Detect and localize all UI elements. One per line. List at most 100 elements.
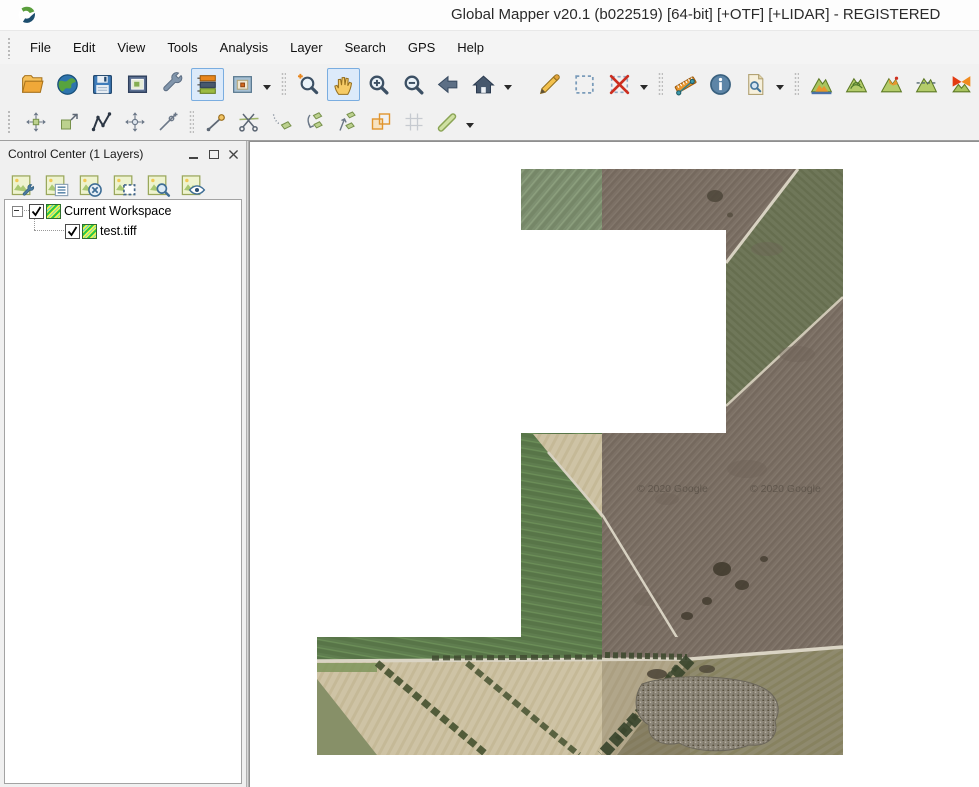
- measure-button[interactable]: [669, 68, 702, 101]
- move-feature-button[interactable]: [20, 107, 51, 138]
- draw-line-icon: [435, 110, 459, 134]
- vertex-arc-button[interactable]: [266, 107, 297, 138]
- map-window-icon: [125, 72, 150, 97]
- map-watermark: © 2020 Google: [637, 483, 708, 495]
- control-center-button[interactable]: [191, 68, 224, 101]
- elevation-grid-icon: [809, 72, 834, 97]
- control-center-header[interactable]: Control Center (1 Layers): [0, 141, 246, 165]
- search-button[interactable]: [739, 68, 772, 101]
- zoom-out-button[interactable]: [397, 68, 430, 101]
- clear-selection-button[interactable]: [603, 68, 636, 101]
- scale-shapes-button[interactable]: [332, 107, 363, 138]
- home-icon: [471, 72, 496, 97]
- terrain-shader-button[interactable]: [875, 68, 908, 101]
- control-center-panel: Control Center (1 Layers) Current Worksp…: [0, 141, 246, 787]
- layer-options-icon: [9, 172, 36, 199]
- rotate-shapes-icon: [303, 110, 327, 134]
- layer-checkbox[interactable]: [65, 224, 80, 239]
- ruler-icon: [673, 72, 698, 97]
- tree-connector: [34, 230, 64, 231]
- toolbar-grip[interactable]: [7, 110, 11, 134]
- pencil-icon: [537, 72, 562, 97]
- layer-tree[interactable]: Current Workspace test.tiff: [4, 199, 242, 784]
- dropdown-caret-icon[interactable]: [466, 123, 474, 132]
- map-view[interactable]: © 2020 Google © 2020 Google: [249, 141, 979, 787]
- menu-analysis[interactable]: Analysis: [209, 36, 279, 59]
- menu-search[interactable]: Search: [334, 36, 397, 59]
- rotate-shapes-button[interactable]: [299, 107, 330, 138]
- toolbar-separator: [794, 72, 799, 96]
- zoom-to-layer-button[interactable]: [144, 171, 172, 199]
- select-rectangle-button[interactable]: [568, 68, 601, 101]
- save-icon: [90, 72, 115, 97]
- zoom-tool-button[interactable]: [292, 68, 325, 101]
- viewshed-button[interactable]: [945, 68, 978, 101]
- menu-layer[interactable]: Layer: [279, 36, 334, 59]
- draw-line-button[interactable]: [431, 107, 462, 138]
- tree-connector: [22, 210, 29, 211]
- feature-info-button[interactable]: [704, 68, 737, 101]
- main-toolbar: [0, 64, 979, 104]
- save-workspace-button[interactable]: [86, 68, 119, 101]
- snap-grid-button[interactable]: [398, 107, 429, 138]
- minimize-icon[interactable]: [188, 149, 200, 160]
- layer-metadata-button[interactable]: [42, 171, 70, 199]
- back-arrow-icon: [436, 72, 461, 97]
- toolbar-separator: [189, 110, 194, 134]
- layer-visibility-button[interactable]: [178, 171, 206, 199]
- satellite-raster-layer: © 2020 Google © 2020 Google: [317, 169, 843, 755]
- menu-view[interactable]: View: [106, 36, 156, 59]
- layer-extents-icon: [111, 172, 138, 199]
- map-watermark: © 2020 Google: [750, 483, 821, 495]
- zoom-in-icon: [366, 72, 391, 97]
- online-imagery-button[interactable]: [51, 68, 84, 101]
- split-feature-button[interactable]: [233, 107, 264, 138]
- close-icon[interactable]: [228, 149, 240, 160]
- zoom-in-button[interactable]: [362, 68, 395, 101]
- snap-vertex-button[interactable]: [152, 107, 183, 138]
- tree-item-workspace[interactable]: Current Workspace: [64, 204, 171, 218]
- overview-map-button[interactable]: [226, 68, 259, 101]
- tree-collapse-toggle[interactable]: [12, 206, 23, 217]
- flatten-terrain-icon: [914, 72, 939, 97]
- configure-button[interactable]: [156, 68, 189, 101]
- dropdown-caret-icon[interactable]: [640, 85, 648, 94]
- title-bar[interactable]: Global Mapper v20.1 (b022519) [64-bit] […: [0, 0, 979, 31]
- maximize-icon[interactable]: [208, 149, 220, 160]
- menu-help[interactable]: Help: [446, 36, 495, 59]
- tree-item-test-tiff[interactable]: test.tiff: [100, 224, 137, 238]
- previous-view-button[interactable]: [432, 68, 465, 101]
- open-file-icon: [20, 72, 45, 97]
- menu-edit[interactable]: Edit: [62, 36, 106, 59]
- digitizer-button[interactable]: [533, 68, 566, 101]
- close-layer-button[interactable]: [76, 171, 104, 199]
- menu-gps[interactable]: GPS: [397, 36, 446, 59]
- elevation-grid-button[interactable]: [805, 68, 838, 101]
- line-endpoint-button[interactable]: [200, 107, 231, 138]
- pan-tool-button[interactable]: [327, 68, 360, 101]
- selection-rect-icon: [572, 72, 597, 97]
- workspace-checkbox[interactable]: [29, 204, 44, 219]
- full-view-button[interactable]: [467, 68, 500, 101]
- layer-options-button[interactable]: [8, 171, 36, 199]
- open-file-button[interactable]: [16, 68, 49, 101]
- contour-generation-button[interactable]: [840, 68, 873, 101]
- scale-feature-button[interactable]: [53, 107, 84, 138]
- layer-extents-button[interactable]: [110, 171, 138, 199]
- dropdown-caret-icon[interactable]: [776, 85, 784, 94]
- combine-shapes-button[interactable]: [365, 107, 396, 138]
- dropdown-caret-icon[interactable]: [263, 85, 271, 94]
- move-feature-icon: [24, 110, 48, 134]
- menu-tools[interactable]: Tools: [156, 36, 208, 59]
- layer-hatch-icon: [46, 204, 61, 219]
- toolbar-grip[interactable]: [7, 37, 11, 59]
- dropdown-caret-icon[interactable]: [504, 85, 512, 94]
- terrain-shader-icon: [879, 72, 904, 97]
- move-vertex-button[interactable]: [119, 107, 150, 138]
- flatten-terrain-button[interactable]: [910, 68, 943, 101]
- menu-file[interactable]: File: [19, 36, 62, 59]
- clear-selection-icon: [607, 72, 632, 97]
- window-title: Global Mapper v20.1 (b022519) [64-bit] […: [451, 6, 940, 23]
- map-view-button[interactable]: [121, 68, 154, 101]
- edit-vertices-button[interactable]: [86, 107, 117, 138]
